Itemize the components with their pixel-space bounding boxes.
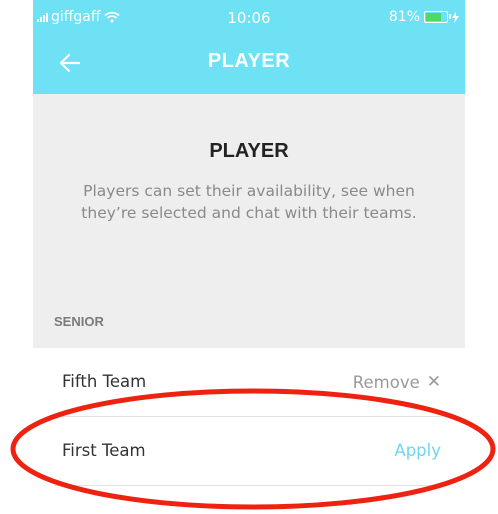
team-name: First Team xyxy=(62,441,146,460)
apply-label: Apply xyxy=(394,441,441,460)
top-bar: giffgaff 10:06 81% PLAYER xyxy=(33,0,465,94)
intro-title: PLAYER xyxy=(209,140,289,162)
team-row-first-team[interactable]: First Team Apply xyxy=(33,417,465,485)
status-battery: 81% xyxy=(389,9,459,25)
remove-button[interactable]: Remove ✕ xyxy=(353,372,441,392)
battery-icon xyxy=(424,11,451,23)
remove-label: Remove xyxy=(352,372,420,392)
intro-panel: PLAYER Players can set their availabilit… xyxy=(33,94,465,348)
row-divider xyxy=(55,485,443,486)
section-label-senior: SENIOR xyxy=(54,314,104,329)
team-name: Fifth Team xyxy=(62,372,147,391)
close-icon: ✕ xyxy=(426,372,441,392)
apply-button[interactable]: Apply xyxy=(394,441,441,460)
battery-percent: 81% xyxy=(388,9,420,25)
player-screen: giffgaff 10:06 81% PLAYER PLAYER Players… xyxy=(33,0,465,514)
page-title: PLAYER xyxy=(207,50,291,72)
status-bar: giffgaff 10:06 81% xyxy=(33,0,465,32)
intro-description: Players can set their availability, see … xyxy=(81,182,417,222)
header: PLAYER xyxy=(33,32,465,94)
team-row-fifth-team[interactable]: Fifth Team Remove ✕ xyxy=(33,348,465,416)
charging-icon xyxy=(452,11,459,23)
